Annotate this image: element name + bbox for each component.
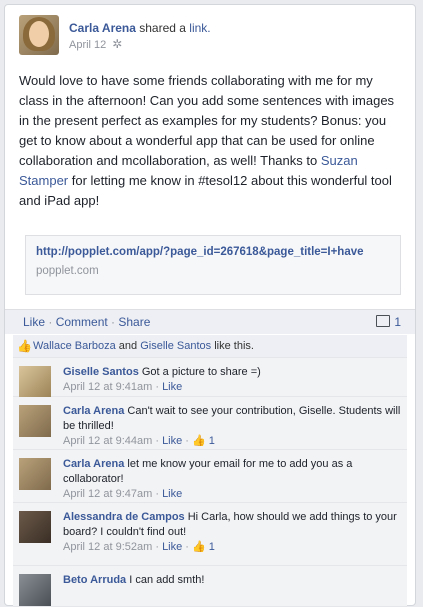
likes-suffix-text: like this.: [211, 340, 254, 352]
commenter-name[interactable]: Carla Arena: [63, 405, 124, 417]
commenter-name[interactable]: Carla Arena: [63, 458, 124, 470]
thumbs-up-icon: 👍: [17, 339, 32, 353]
gear-icon[interactable]: ✲: [112, 37, 122, 51]
thumbs-up-icon: 👍: [192, 435, 206, 447]
share-button[interactable]: Share: [118, 315, 150, 329]
post-headline: Carla Arena shared a link.: [69, 21, 211, 35]
post-body: Would love to have some friends collabor…: [19, 71, 404, 211]
link-preview-url[interactable]: http://popplet.com/app/?page_id=267618&p…: [36, 246, 364, 258]
commenter-avatar[interactable]: [19, 511, 51, 543]
commenter-avatar[interactable]: [19, 405, 51, 437]
commenter-avatar[interactable]: [19, 458, 51, 490]
commenter-avatar[interactable]: [19, 366, 51, 398]
comment-item: Giselle Santos Got a picture to share =)…: [13, 358, 407, 398]
comment-item: Beto Arruda I can add smth!: [13, 566, 407, 607]
commenter-name[interactable]: Beto Arruda: [63, 574, 126, 586]
comment-time[interactable]: April 12 at 9:47am: [63, 488, 152, 500]
thumbs-up-icon: 👍: [192, 541, 206, 553]
commenter-name[interactable]: Alessandra de Campos: [63, 511, 185, 523]
author-avatar[interactable]: [19, 15, 59, 55]
comment-like-count[interactable]: 1: [209, 541, 215, 553]
comment-count-value: 1: [394, 315, 401, 329]
comment-like-button[interactable]: Like: [162, 381, 182, 393]
separator: ·: [107, 315, 119, 329]
comment-like-button[interactable]: Like: [162, 488, 182, 500]
comment-item: Carla Arena let me know your email for m…: [13, 450, 407, 503]
commenter-name[interactable]: Giselle Santos: [63, 366, 139, 378]
comment-button[interactable]: Comment: [56, 315, 108, 329]
likes-summary: 👍 Wallace Barboza and Giselle Santos lik…: [13, 335, 407, 358]
link-preview[interactable]: http://popplet.com/app/?page_id=267618&p…: [25, 235, 401, 295]
post-header: Carla Arena shared a link. April 12 ✲: [19, 15, 211, 55]
comment-text: I can add smth!: [126, 574, 205, 586]
post-date-link[interactable]: April 12: [69, 39, 106, 51]
comment-like-button[interactable]: Like: [162, 541, 182, 553]
shared-link-link[interactable]: link.: [189, 21, 210, 35]
comment-time[interactable]: April 12 at 9:41am: [63, 381, 152, 393]
comment-text: Got a picture to share =): [138, 366, 261, 378]
post-actions-bar: Like · Comment · Share 1: [5, 309, 415, 334]
comment-item: Alessandra de Campos Hi Carla, how shoul…: [13, 503, 407, 566]
comment-like-button[interactable]: Like: [162, 435, 182, 447]
comment-time[interactable]: April 12 at 9:52am: [63, 541, 152, 553]
post-date-row: April 12 ✲: [69, 37, 122, 51]
post-body-text-end: for letting me know in #tesol12 about th…: [19, 173, 392, 208]
headline-action-text: shared a: [135, 21, 190, 35]
author-name-link[interactable]: Carla Arena: [69, 21, 136, 35]
comment-time[interactable]: April 12 at 9:44am: [63, 435, 152, 447]
comment-like-count[interactable]: 1: [209, 435, 215, 447]
news-feed-post: Carla Arena shared a link. April 12 ✲ Wou…: [4, 4, 416, 607]
liker-link[interactable]: Wallace Barboza: [33, 340, 116, 352]
separator: ·: [45, 315, 56, 329]
link-preview-domain: popplet.com: [36, 265, 99, 277]
commenter-avatar[interactable]: [19, 574, 51, 606]
comment-count[interactable]: 1: [376, 315, 401, 329]
like-button[interactable]: Like: [23, 315, 45, 329]
comment-item: Carla Arena Can't wait to see your contr…: [13, 397, 407, 450]
comment-icon: [376, 315, 391, 327]
liker-link[interactable]: Giselle Santos: [140, 340, 211, 352]
likes-and-text: and: [115, 340, 141, 352]
